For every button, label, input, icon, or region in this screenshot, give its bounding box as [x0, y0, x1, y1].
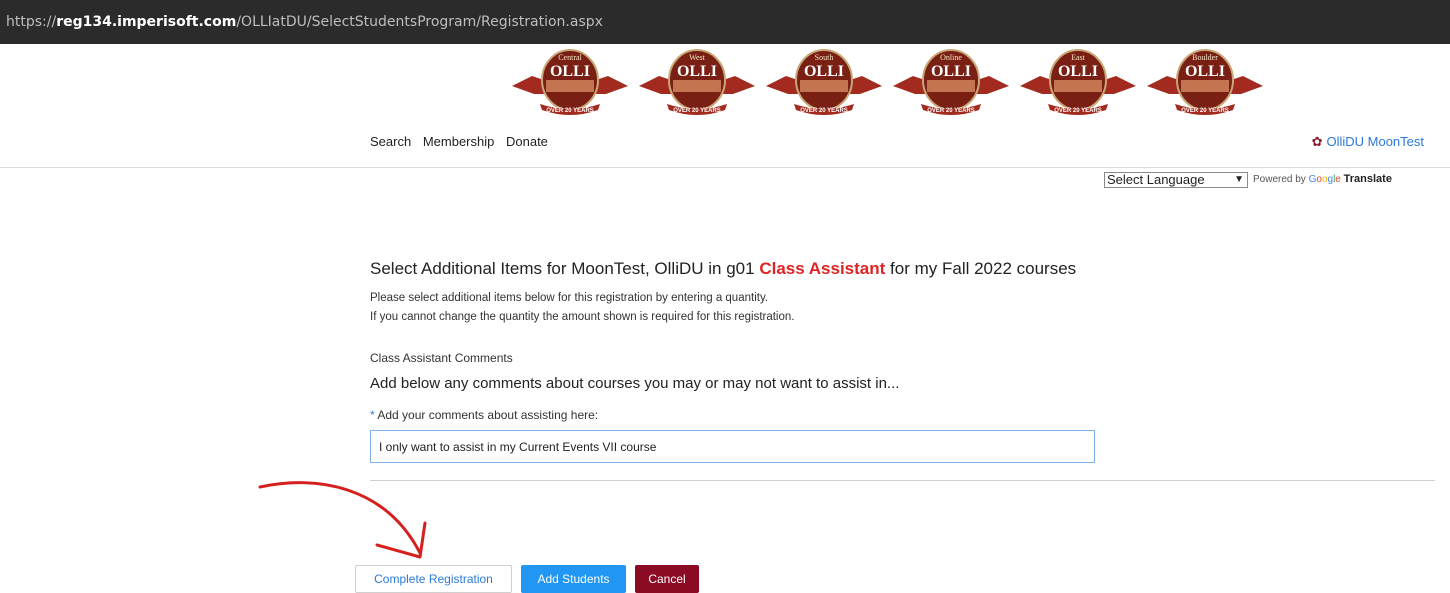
logo-caption-text: OVER 20 YEARS — [673, 108, 721, 114]
logo-caption-text: OVER 20 YEARS — [1181, 108, 1229, 114]
olli-logo-west: West OLLI OVER 20 YEARS — [637, 46, 757, 120]
page-title-prefix: Select Additional Items for MoonTest, Ol… — [370, 259, 755, 278]
logo-olli-text: OLLI — [931, 63, 971, 80]
logo-olli-text: OLLI — [1058, 63, 1098, 80]
user-name: OlliDU MoonTest — [1326, 134, 1424, 149]
olli-logo-south: South OLLI OVER 20 YEARS — [764, 46, 884, 120]
required-marker: * — [370, 408, 375, 422]
comment-input[interactable] — [370, 430, 1095, 463]
page-title-suffix: for my Fall 2022 courses — [890, 259, 1077, 278]
url-host: reg134.imperisoft.com — [56, 14, 237, 30]
nav-search-link[interactable]: Search — [370, 134, 411, 149]
logo-olli-text: OLLI — [804, 63, 844, 80]
cancel-button[interactable]: Cancel — [635, 565, 699, 593]
logo-caption-text: OVER 20 YEARS — [546, 108, 594, 114]
olli-logo-online: Online OLLI OVER 20 YEARS — [891, 46, 1011, 120]
olli-logo-east: East OLLI OVER 20 YEARS — [1018, 46, 1138, 120]
comment-field-label-text: Add your comments about assisting here: — [377, 408, 599, 422]
nav-donate-link[interactable]: Donate — [506, 134, 548, 149]
logo-campus-text: East — [1071, 53, 1086, 62]
main-nav: Search Membership Donate — [370, 134, 556, 149]
browser-url-bar[interactable]: https://reg134.imperisoft.com/OLLIatDU/S… — [0, 0, 1450, 44]
logo-campus-text: Central — [558, 53, 582, 62]
powered-by-label: Powered by — [1253, 174, 1306, 185]
logo-caption-text: OVER 20 YEARS — [927, 108, 975, 114]
annotation-arrow — [258, 481, 427, 559]
logo-campus-text: Boulder — [1192, 53, 1218, 62]
add-students-button[interactable]: Add Students — [521, 565, 626, 593]
translate-link[interactable]: Translate — [1344, 173, 1392, 185]
section-title: Class Assistant Comments — [370, 351, 513, 365]
olli-logo-banner: Central OLLI OVER 20 YEARS West OLLI OVER 20 … — [510, 46, 1280, 120]
nav-membership-link[interactable]: Membership — [423, 134, 495, 149]
header-divider — [0, 167, 1450, 168]
chevron-down-icon: ▼ — [1234, 174, 1244, 185]
complete-registration-button[interactable]: Complete Registration — [355, 565, 512, 593]
logo-campus-text: South — [815, 53, 834, 62]
comment-field-label: * Add your comments about assisting here… — [370, 408, 598, 422]
page-title: Select Additional Items for MoonTest, Ol… — [370, 259, 1076, 279]
logo-caption-text: OVER 20 YEARS — [1054, 108, 1102, 114]
google-translate-credit: Powered by Google Translate — [1253, 173, 1392, 185]
instruction-line-2: If you cannot change the quantity the am… — [370, 311, 795, 323]
logo-caption-text: OVER 20 YEARS — [800, 108, 848, 114]
logo-campus-text: West — [689, 53, 706, 62]
section-subtitle: Add below any comments about courses you… — [370, 375, 900, 392]
logo-campus-text: Online — [940, 53, 962, 62]
language-select-value: Select Language — [1107, 172, 1205, 187]
content-divider — [370, 480, 1435, 481]
gear-icon: ✿ — [1311, 134, 1323, 149]
instruction-line-1: Please select additional items below for… — [370, 292, 769, 304]
page-title-accent: Class Assistant — [759, 259, 886, 278]
logo-olli-text: OLLI — [1185, 63, 1225, 80]
url-scheme: https:// — [6, 14, 57, 30]
language-select[interactable]: Select Language ▼ — [1104, 172, 1248, 188]
logo-olli-text: OLLI — [550, 63, 590, 80]
olli-logo-central: Central OLLI OVER 20 YEARS — [510, 46, 630, 120]
olli-logo-boulder: Boulder OLLI OVER 20 YEARS — [1145, 46, 1265, 120]
logo-olli-text: OLLI — [677, 63, 717, 80]
user-menu[interactable]: ✿ OlliDU MoonTest — [1312, 134, 1424, 150]
url-path: /OLLIatDU/SelectStudentsProgram/Registra… — [236, 14, 603, 30]
google-logo: Google — [1308, 174, 1341, 185]
